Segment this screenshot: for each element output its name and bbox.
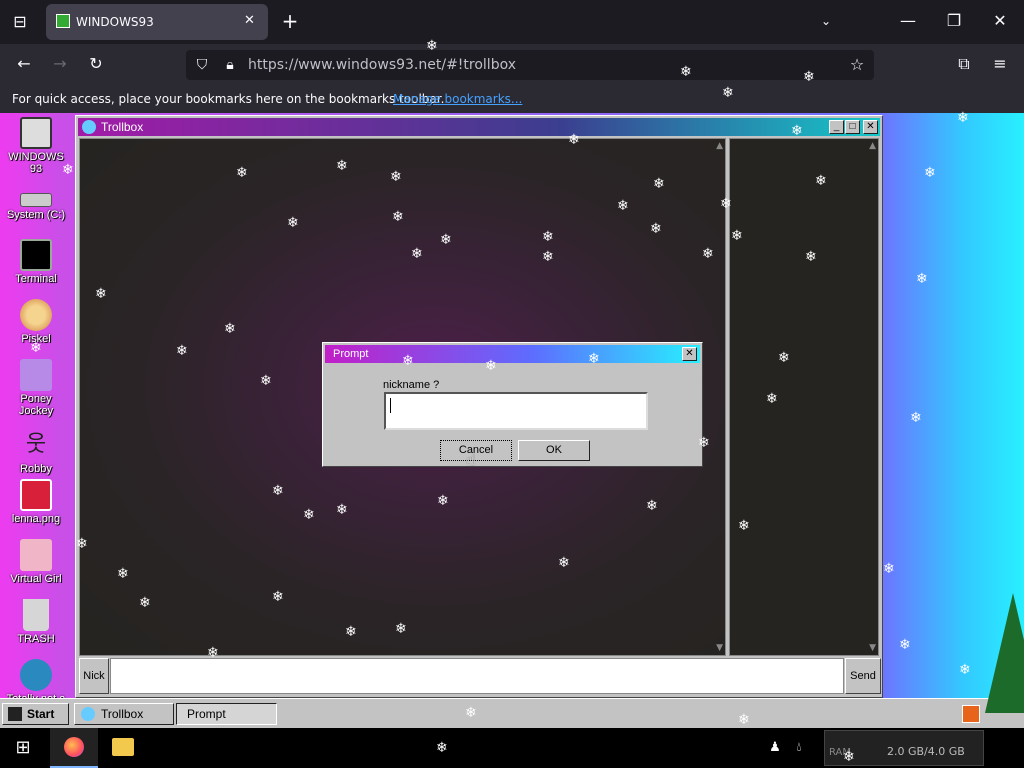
taskbar-firefox[interactable]	[50, 728, 98, 768]
computer-icon	[20, 117, 52, 149]
image-icon	[20, 479, 52, 511]
bookmark-star-icon[interactable]: ☆	[846, 54, 868, 76]
restore-icon[interactable]: ❐	[942, 10, 966, 32]
trash-icon	[23, 599, 49, 631]
message-input[interactable]	[110, 658, 844, 694]
start-button[interactable]: Start	[2, 703, 69, 725]
nickname-input[interactable]	[384, 392, 648, 430]
bookmarks-hint: For quick access, place your bookmarks h…	[12, 92, 445, 106]
christmas-tree-icon	[985, 593, 1024, 713]
file-explorer-icon[interactable]	[112, 738, 134, 756]
minimize-icon[interactable]: _	[829, 120, 844, 134]
send-button[interactable]: Send	[845, 658, 881, 694]
scroll-up-icon[interactable]: ▲	[869, 141, 876, 151]
chevron-down-icon[interactable]: ⌄	[814, 10, 838, 32]
text-cursor	[390, 398, 391, 413]
desktop-icon-virtual-girl[interactable]: Virtual Girl	[2, 539, 70, 585]
stickman-icon: 웃	[25, 431, 47, 456]
new-tab-icon[interactable]: +	[278, 10, 302, 32]
manage-bookmarks-link[interactable]: Manage bookmarks...	[393, 92, 522, 106]
menu-icon[interactable]: ≡	[988, 53, 1012, 75]
url-text[interactable]: https://www.windows93.net/#!trollbox	[248, 57, 516, 73]
girl-icon	[20, 539, 52, 571]
desktop-icon-robby[interactable]: 웃 Robby	[2, 429, 70, 475]
browser-tab-bar: ⊟ WINDOWS93 ✕ + ⌄ — ❐ ✕	[0, 0, 1024, 44]
hand-cursor-icon: ☝	[466, 450, 476, 469]
close-icon[interactable]: ✕	[682, 347, 697, 361]
user-list-pane[interactable]: ▲ ▼	[729, 138, 879, 656]
trollbox-app-icon	[81, 707, 95, 721]
trollbox-titlebar[interactable]: Trollbox _ □ ✕	[78, 118, 880, 136]
prompt-titlebar[interactable]: Prompt ✕	[325, 345, 700, 363]
url-bar[interactable]: ⛉ 🔒︎ https://www.windows93.net/#!trollbo…	[186, 50, 874, 80]
prompt-title: Prompt	[333, 348, 369, 360]
droplet-icon[interactable]: 💧︎	[790, 737, 808, 759]
tab-list-icon[interactable]: ⊟	[8, 11, 32, 33]
nickname-label: nickname ?	[383, 379, 440, 391]
tab-close-icon[interactable]: ✕	[244, 13, 255, 28]
desktop-icon-lenna[interactable]: lenna.png	[2, 479, 70, 525]
bookmarks-toolbar: For quick access, place your bookmarks h…	[0, 84, 1024, 113]
desktop-icon-poney-jockey[interactable]: Poney Jockey	[2, 359, 70, 417]
reload-icon[interactable]: ↻	[84, 53, 108, 75]
extensions-icon[interactable]: ⧉	[952, 53, 976, 75]
browser-tab[interactable]: WINDOWS93 ✕	[46, 4, 268, 40]
pony-icon	[20, 359, 52, 391]
nick-button[interactable]: Nick	[79, 658, 109, 694]
scroll-down-icon[interactable]: ▼	[716, 643, 723, 653]
shield-icon[interactable]: ⛉	[192, 54, 212, 76]
ram-monitor-widget[interactable]: RAM 2.0 GB/4.0 GB	[824, 730, 984, 766]
drive-icon	[20, 193, 52, 207]
close-icon[interactable]: ✕	[863, 120, 878, 134]
trollbox-title: Trollbox	[101, 120, 144, 134]
ram-label: RAM	[829, 747, 852, 758]
rss-icon[interactable]	[962, 705, 980, 723]
windows-taskbar: ⊞ ♟ 💧︎ RAM 2.0 GB/4.0 GB	[0, 728, 1024, 768]
desktop-icon-system-c[interactable]: System (C:)	[2, 191, 70, 221]
tab-title: WINDOWS93	[76, 15, 154, 29]
desktop-icon-trash[interactable]: TRASH	[2, 599, 70, 645]
forward-icon[interactable]: →	[48, 53, 72, 75]
ok-button[interactable]: OK	[518, 440, 590, 461]
w93-taskbar: Start Trollbox Prompt	[0, 698, 1024, 728]
network-icon[interactable]: ♟	[766, 737, 784, 759]
dolphin-icon	[20, 659, 52, 691]
cancel-button[interactable]: Cancel	[440, 440, 512, 461]
desktop-icon-piskel[interactable]: Piskel	[2, 299, 70, 345]
desktop-icon-terminal[interactable]: Terminal	[2, 239, 70, 285]
scroll-down-icon[interactable]: ▼	[869, 643, 876, 653]
prompt-dialog: Prompt ✕ nickname ? Cancel OK ☝	[322, 342, 703, 469]
maximize-icon[interactable]: □	[845, 120, 860, 134]
firefox-icon	[64, 737, 84, 757]
lock-icon[interactable]: 🔒︎	[220, 54, 240, 76]
ram-value: 2.0 GB/4.0 GB	[887, 745, 965, 758]
taskbar-item-prompt[interactable]: Prompt	[176, 703, 277, 725]
start-icon	[8, 707, 22, 721]
terminal-icon	[20, 239, 52, 271]
palette-icon	[20, 299, 52, 331]
windows93-desktop: WINDOWS 93 System (C:) Terminal Piskel P…	[0, 113, 1024, 728]
scroll-up-icon[interactable]: ▲	[716, 141, 723, 151]
minimize-icon[interactable]: —	[896, 10, 920, 32]
windows-start-icon[interactable]: ⊞	[12, 737, 34, 759]
desktop-icon-windows93[interactable]: WINDOWS 93	[2, 117, 70, 175]
taskbar-item-trollbox[interactable]: Trollbox	[74, 703, 174, 725]
trollbox-app-icon	[82, 120, 96, 134]
back-icon[interactable]: ←	[12, 53, 36, 75]
close-window-icon[interactable]: ✕	[988, 10, 1012, 32]
favicon-icon	[56, 14, 70, 28]
